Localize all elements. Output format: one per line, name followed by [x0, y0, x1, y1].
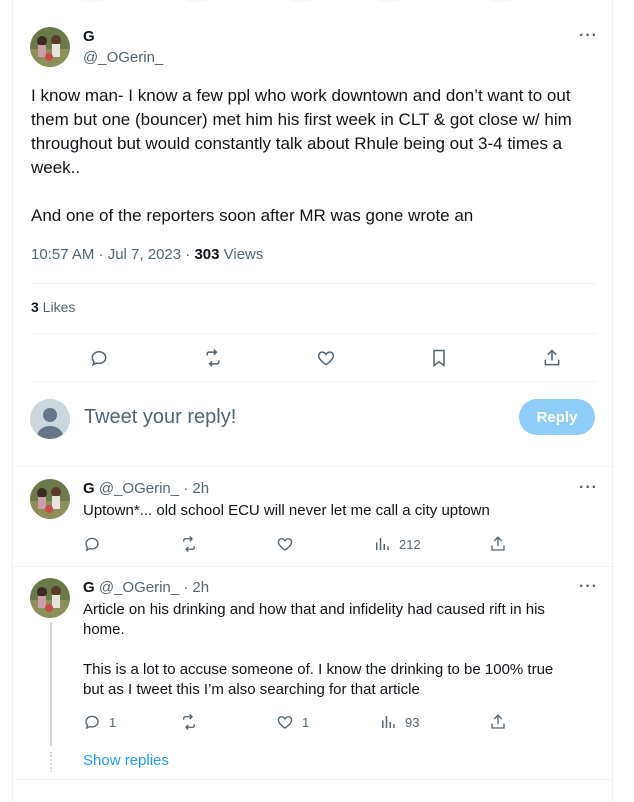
default-avatar — [30, 399, 70, 439]
display-name[interactable]: G — [83, 480, 95, 497]
divider — [13, 566, 614, 567]
share-icon[interactable] — [489, 532, 507, 556]
tweet-text-paragraph: I know man- I know a few ppl who work do… — [31, 86, 572, 177]
reply-icon[interactable]: 1 — [83, 710, 116, 734]
show-replies-link[interactable]: Show replies — [83, 752, 169, 769]
thread-continuation-dots — [50, 752, 52, 772]
like-icon[interactable] — [310, 342, 342, 374]
avatar[interactable] — [30, 27, 70, 67]
avatar[interactable] — [30, 479, 70, 519]
views-icon[interactable]: 212 — [373, 532, 421, 556]
views-icon[interactable]: 93 — [379, 710, 419, 734]
like-count: 1 — [302, 714, 310, 730]
reply-composer: Tweet your reply! Reply — [13, 390, 612, 448]
like-icon[interactable]: 1 — [276, 710, 309, 734]
reply-icon[interactable] — [83, 532, 101, 556]
views-count: 212 — [399, 536, 421, 552]
reply-text: Article on his drinking and how that and… — [83, 600, 573, 700]
display-name[interactable]: G — [83, 28, 95, 45]
previous-tweet-edge — [13, 0, 612, 2]
more-options-icon[interactable]: ··· — [579, 27, 598, 45]
divider — [13, 779, 614, 780]
retweet-icon[interactable] — [197, 342, 229, 374]
reply-actions: 212 — [83, 532, 523, 556]
avatar[interactable] — [30, 578, 70, 618]
handle-time[interactable]: @_OGerin_ · 2h — [99, 579, 209, 596]
views-count: 303 — [194, 246, 220, 263]
divider — [13, 466, 614, 467]
retweet-icon[interactable] — [179, 710, 199, 734]
retweet-icon[interactable] — [179, 532, 199, 556]
like-icon[interactable] — [276, 532, 294, 556]
reply-input[interactable]: Tweet your reply! — [84, 406, 236, 429]
tweet-meta: 10:57 AM · Jul 7, 2023 · 303 Views — [31, 246, 263, 263]
views-count: 93 — [405, 714, 420, 730]
reply-button[interactable]: Reply — [519, 399, 595, 435]
divider — [31, 381, 597, 382]
tweet-actions — [31, 342, 597, 374]
likes-stat[interactable]: 3 Likes — [31, 299, 75, 315]
divider — [31, 333, 597, 334]
handle-time[interactable]: @_OGerin_ · 2h — [99, 480, 209, 497]
display-name[interactable]: G — [83, 579, 95, 596]
likes-label: Likes — [38, 299, 76, 315]
reply-text-paragraph: Article on his drinking and how that and… — [83, 601, 545, 638]
share-icon[interactable] — [489, 710, 507, 734]
more-options-icon[interactable]: ··· — [579, 578, 598, 596]
share-icon[interactable] — [536, 342, 568, 374]
thread-line — [50, 622, 52, 746]
reply-header: G @_OGerin_ · 2h — [83, 579, 209, 596]
reply-actions: 1 1 93 — [83, 710, 523, 734]
bookmark-icon[interactable] — [423, 342, 455, 374]
tweet-text-paragraph: And one of the reporters soon after MR w… — [31, 206, 474, 225]
timeline-column: G @_OGerin_ ··· I know man- I know a few… — [12, 0, 614, 802]
reply-text: Uptown*... old school ECU will never let… — [83, 502, 490, 519]
reply-header: G @_OGerin_ · 2h — [83, 480, 209, 497]
timestamp[interactable]: 10:57 AM · Jul 7, 2023 · — [31, 246, 194, 263]
tweet-text: I know man- I know a few ppl who work do… — [31, 84, 611, 228]
divider — [31, 283, 597, 284]
reply-count: 1 — [109, 714, 117, 730]
handle[interactable]: @_OGerin_ — [83, 49, 163, 66]
reply-text-paragraph: This is a lot to accuse someone of. I kn… — [83, 661, 554, 698]
likes-count: 3 — [31, 299, 39, 315]
views-label: Views — [219, 246, 264, 263]
more-options-icon[interactable]: ··· — [579, 479, 598, 497]
reply-icon[interactable] — [83, 342, 115, 374]
